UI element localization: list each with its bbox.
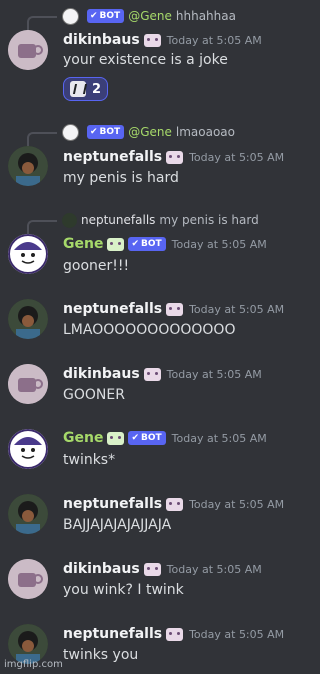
message-header: dikinbaus Today at 5:05 AM: [63, 559, 262, 579]
timestamp[interactable]: Today at 5:05 AM: [167, 563, 262, 576]
username[interactable]: neptunefalls: [63, 301, 162, 317]
avatar-image: [8, 429, 48, 469]
avatar-image: [8, 299, 48, 339]
message-header: Gene ✔ BOT Today at 5:05 AM: [63, 428, 267, 448]
bot-badge: ✔ BOT: [128, 237, 166, 251]
message-text: my penis is hard: [63, 170, 179, 186]
timestamp[interactable]: Today at 5:05 AM: [189, 628, 284, 641]
reply-text: hhhahhaa: [175, 9, 236, 23]
avatar-image: [8, 494, 48, 534]
cat-emoji-icon: [166, 497, 184, 511]
reply-preview[interactable]: ✔ BOT @Gene hhhahhaa: [27, 7, 236, 32]
avatar-neptunefalls[interactable]: [8, 146, 48, 186]
username[interactable]: dikinbaus: [63, 366, 140, 382]
message-header: neptunefalls Today at 5:05 AM: [63, 147, 284, 167]
username[interactable]: Gene: [63, 236, 103, 252]
reply-author[interactable]: neptunefalls: [81, 213, 155, 227]
reaction-button[interactable]: 2: [63, 77, 109, 101]
bot-badge: ✔ BOT: [128, 431, 166, 445]
avatar-neptunefalls[interactable]: [8, 299, 48, 339]
message-header: neptunefalls Today at 5:05 AM: [63, 624, 284, 644]
avatar-image: [8, 146, 48, 186]
avatar-image: [8, 30, 48, 70]
reply-text: lmaoaoao: [175, 125, 235, 139]
message-header: dikinbaus Today at 5:05 AM: [63, 30, 262, 50]
cat-emoji-icon: [107, 431, 125, 445]
cat-emoji-icon: [166, 627, 184, 641]
timestamp[interactable]: Today at 5:05 AM: [189, 498, 284, 511]
reply-text: my penis is hard: [159, 213, 259, 227]
check-icon: ✔: [131, 433, 139, 443]
reaction-emoji-icon: [70, 81, 86, 97]
bot-badge: ✔ BOT: [87, 9, 125, 23]
username[interactable]: dikinbaus: [63, 561, 140, 577]
message-text: your existence is a joke: [63, 52, 228, 68]
avatar-gene[interactable]: [8, 429, 48, 469]
avatar-image: [8, 234, 48, 274]
cat-emoji-icon: [166, 302, 184, 316]
cat-emoji-icon: [166, 150, 184, 164]
check-icon: ✔: [131, 239, 139, 249]
message-text: BAJJAJAJAJAJJAJA: [63, 517, 172, 533]
avatar-neptunefalls[interactable]: [8, 624, 48, 664]
timestamp[interactable]: Today at 5:05 AM: [172, 238, 267, 251]
avatar-dikinbaus[interactable]: [8, 30, 48, 70]
message-text: GOONER: [63, 387, 125, 403]
check-icon: ✔: [90, 127, 98, 137]
avatar-image: [8, 624, 48, 664]
timestamp[interactable]: Today at 5:05 AM: [172, 432, 267, 445]
cat-emoji-icon: [143, 367, 161, 381]
message-header: dikinbaus Today at 5:05 AM: [63, 364, 262, 384]
cat-emoji-icon: [143, 562, 161, 576]
username[interactable]: dikinbaus: [63, 32, 140, 48]
avatar-dikinbaus[interactable]: [8, 364, 48, 404]
gene-mini-avatar: [62, 7, 79, 25]
reply-mention[interactable]: @Gene: [128, 9, 172, 23]
message-text: twinks*: [63, 452, 116, 468]
timestamp[interactable]: Today at 5:05 AM: [167, 34, 262, 47]
username[interactable]: neptunefalls: [63, 496, 162, 512]
bot-badge: ✔ BOT: [87, 125, 125, 139]
message-header: neptunefalls Today at 5:05 AM: [63, 299, 284, 319]
message-text: gooner!!!: [63, 258, 130, 274]
reaction-count: 2: [92, 81, 102, 97]
message-header: Gene ✔ BOT Today at 5:05 AM: [63, 234, 267, 254]
username[interactable]: neptunefalls: [63, 149, 162, 165]
avatar-image: [8, 364, 48, 404]
avatar-dikinbaus[interactable]: [8, 559, 48, 599]
reply-preview[interactable]: ✔ BOT @Gene lmaoaoao: [27, 123, 235, 148]
reply-preview[interactable]: neptunefalls my penis is hard: [27, 211, 259, 236]
message-header: neptunefalls Today at 5:05 AM: [63, 494, 284, 514]
timestamp[interactable]: Today at 5:05 AM: [167, 368, 262, 381]
avatar-image: [8, 559, 48, 599]
watermark: imgflip.com: [4, 659, 63, 670]
neptunefalls-mini-avatar: [62, 212, 77, 228]
gene-mini-avatar: [62, 123, 79, 141]
reply-mention[interactable]: @Gene: [128, 125, 172, 139]
message-text: LMAOOOOOOOOOOOOO: [63, 322, 236, 338]
message-text: you wink? I twink: [63, 582, 184, 598]
message-text: twinks you: [63, 647, 139, 663]
username[interactable]: neptunefalls: [63, 626, 162, 642]
timestamp[interactable]: Today at 5:05 AM: [189, 303, 284, 316]
avatar-neptunefalls[interactable]: [8, 494, 48, 534]
timestamp[interactable]: Today at 5:05 AM: [189, 151, 284, 164]
avatar-gene[interactable]: [8, 234, 48, 274]
cat-emoji-icon: [107, 237, 125, 251]
cat-emoji-icon: [143, 33, 161, 47]
username[interactable]: Gene: [63, 430, 103, 446]
check-icon: ✔: [90, 11, 98, 21]
